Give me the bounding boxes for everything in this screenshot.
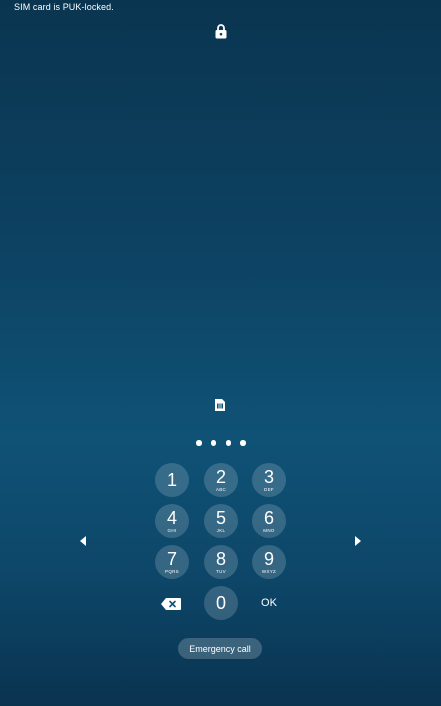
key-digit: 3 <box>263 467 274 487</box>
ok-button[interactable]: OK <box>252 593 286 613</box>
key-digit: 6 <box>263 508 274 528</box>
backspace-icon[interactable] <box>160 597 182 611</box>
key-letters: GHI <box>167 528 177 533</box>
pin-entry-dots <box>196 440 246 448</box>
pin-dot <box>225 440 232 446</box>
status-text: SIM card is PUK-locked. <box>14 2 114 12</box>
emergency-call-button[interactable]: Emergency call <box>178 638 262 659</box>
key-digit: 2 <box>215 467 226 487</box>
pin-dot <box>210 440 217 446</box>
key-digit: 8 <box>215 549 226 569</box>
key-letters: TUV <box>216 569 226 574</box>
key-letters: JKL <box>216 528 226 533</box>
lock-icon <box>215 24 227 39</box>
key-digit: 7 <box>166 549 177 569</box>
pin-dot <box>196 440 202 446</box>
key-5[interactable]: 5 JKL <box>204 504 238 538</box>
key-digit: 5 <box>215 508 226 528</box>
key-letters: ABC <box>215 487 227 492</box>
key-letters: DEF <box>264 487 274 492</box>
key-digit: 4 <box>166 508 177 528</box>
key-2[interactable]: 2 ABC <box>204 463 238 497</box>
sim-card-icon <box>215 399 225 411</box>
key-digit: 0 <box>215 593 226 613</box>
emergency-call-label: Emergency call <box>189 643 251 654</box>
key-7[interactable]: 7 PQRS <box>155 545 189 579</box>
key-9[interactable]: 9 WXYZ <box>252 545 286 579</box>
arrow-left-icon[interactable] <box>78 535 88 547</box>
key-letters: MNO <box>263 528 275 533</box>
key-0[interactable]: 0 <box>204 586 238 620</box>
key-letters: WXYZ <box>261 569 277 574</box>
key-1[interactable]: 1 <box>155 463 189 497</box>
key-digit: 9 <box>263 549 274 569</box>
key-letters: PQRS <box>165 569 179 574</box>
key-8[interactable]: 8 TUV <box>204 545 238 579</box>
key-6[interactable]: 6 MNO <box>252 504 286 538</box>
key-3[interactable]: 3 DEF <box>252 463 286 497</box>
pin-dot <box>240 440 246 446</box>
key-digit: 1 <box>166 470 177 490</box>
key-4[interactable]: 4 GHI <box>155 504 189 538</box>
arrow-right-icon[interactable] <box>353 535 363 547</box>
